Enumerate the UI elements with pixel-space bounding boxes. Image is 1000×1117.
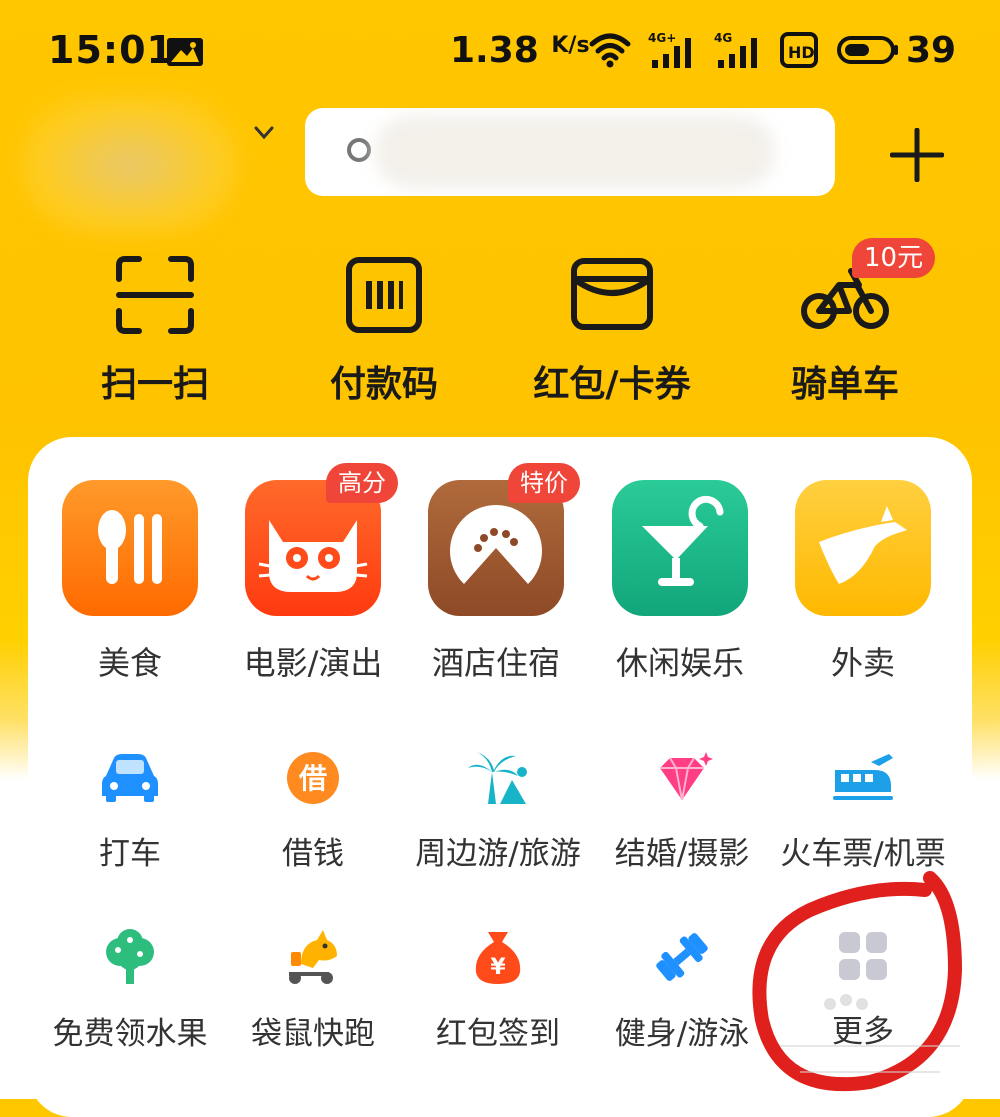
plus-icon[interactable] [890,128,944,182]
search-placeholder-blurred [375,116,775,188]
scan-icon [116,256,194,334]
status-bar: 15:01 1.38 K/s 4G+ 4G HD 39 [0,0,1000,100]
category-label: 外卖 [830,644,895,682]
service-taxi[interactable]: 打车 [35,750,225,873]
status-time: 15:01 [48,28,174,72]
quick-action-scan[interactable]: 扫一扫 [75,255,235,405]
fruit-tree-icon [106,929,154,984]
diamond-icon [660,752,713,801]
quick-action-label: 骑单车 [790,364,899,405]
palm-tree-icon [468,752,527,804]
hd-voice-icon: HD [780,32,818,68]
bike-promo-badge: 10元 [852,238,936,278]
category-leisure[interactable]: 休闲娱乐 [590,480,770,684]
svg-text:4G: 4G [714,31,732,45]
watermark-paw-logo [780,994,960,1073]
kangaroo-icon [819,506,907,584]
city-selector[interactable] [20,95,240,235]
hotel-badge: 特价 [508,463,580,503]
search-bar[interactable] [305,108,835,196]
service-travel[interactable]: 周边游/旅游 [403,750,593,873]
train-icon [833,754,893,800]
service-label: 借钱 [282,836,344,872]
quick-action-label: 付款码 [329,364,438,405]
service-label: 袋鼠快跑 [251,1016,375,1052]
battery-level: 39 [906,30,957,71]
category-hotel[interactable]: 酒店住宿 [406,480,586,684]
svg-text:HD: HD [788,43,815,62]
category-food[interactable]: 美食 [40,480,220,684]
service-loan[interactable]: 借 借钱 [218,750,408,873]
money-bag-icon: ¥ [475,932,521,984]
quick-action-label: 扫一扫 [100,364,209,405]
wallet-icon [571,258,653,330]
search-icon [347,138,371,162]
chevron-down-icon[interactable] [254,126,274,140]
service-red-packet-checkin[interactable]: ¥ 红包签到 [403,928,593,1053]
service-label: 打车 [99,836,161,872]
battery-icon [837,36,898,64]
svg-text:¥: ¥ [490,955,506,980]
service-label: 免费领水果 [52,1016,208,1052]
car-icon [102,754,158,802]
category-label: 电影/演出 [243,644,383,682]
svg-text:4G+: 4G+ [648,31,676,45]
service-free-fruit[interactable]: 免费领水果 [35,928,225,1053]
quick-action-pay-code[interactable]: 付款码 [304,255,464,405]
network-speed: 1.38 K/s [450,30,590,71]
image-notification-icon [167,38,203,66]
wifi-icon [589,33,631,68]
loan-icon: 借 [287,752,339,804]
quick-action-coupons[interactable]: 红包/卡券 [532,255,692,405]
category-label: 酒店住宿 [431,644,560,682]
service-label: 周边游/旅游 [415,836,581,872]
category-takeout[interactable]: 外卖 [773,480,953,684]
category-label: 美食 [97,644,162,682]
category-label: 休闲娱乐 [615,644,744,682]
barcode-icon [346,257,422,333]
signal-sim1-icon: 4G+ [648,31,691,68]
utensils-icon [98,510,162,584]
service-train-flight[interactable]: 火车票/机票 [768,750,958,873]
service-label: 红包签到 [436,1016,560,1052]
category-movies[interactable]: 电影/演出 [223,480,403,684]
signal-sim2-icon: 4G [714,31,757,68]
dumbbell-icon [656,933,708,981]
service-wedding[interactable]: 结婚/摄影 [587,750,777,873]
cocktail-icon [642,495,724,586]
movies-badge: 高分 [326,463,398,503]
quick-action-label: 红包/卡券 [533,364,691,405]
service-kangaroo-run[interactable]: 袋鼠快跑 [218,928,408,1053]
svg-text:借: 借 [298,762,327,795]
kangaroo-scooter-icon [289,930,337,984]
